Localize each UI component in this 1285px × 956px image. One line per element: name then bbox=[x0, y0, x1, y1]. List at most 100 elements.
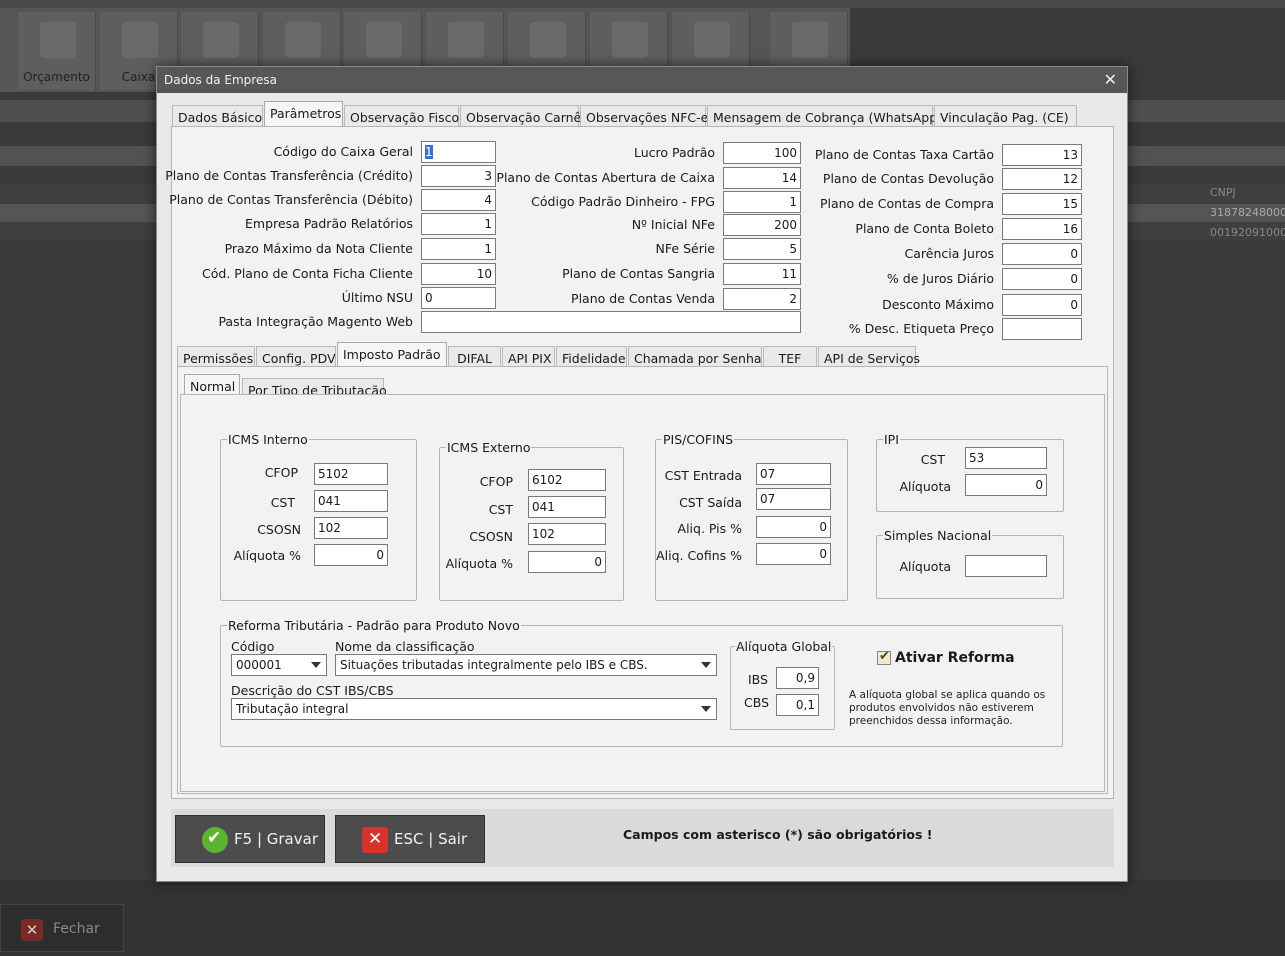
toolbar-button-label: Orçamento bbox=[23, 70, 90, 84]
field-label: Plano de Contas Sangria bbox=[562, 266, 715, 281]
tab-fidelidade[interactable]: Fidelidade bbox=[556, 346, 627, 368]
icms-interno-title: ICMS Interno bbox=[227, 432, 309, 447]
field-label: Cód. Plano de Conta Ficha Cliente bbox=[202, 266, 413, 281]
tab-dados-basico[interactable]: Dados Básico bbox=[172, 105, 263, 127]
icms-externo-cfop-field[interactable]: 6102 bbox=[528, 469, 606, 491]
ativar-reforma-label[interactable]: Ativar Reforma bbox=[895, 650, 1015, 666]
parameter-field[interactable]: 1 bbox=[421, 141, 496, 163]
tab-mensagem-cobranca[interactable]: Mensagem de Cobrança (WhatsApp) bbox=[707, 105, 942, 127]
tab-api-servicos[interactable]: API de Serviços bbox=[818, 346, 920, 368]
icms-interno-cfop-field[interactable]: 5102 bbox=[314, 463, 388, 485]
csosn-label: CSOSN bbox=[257, 522, 301, 537]
ipi-aliquota-field[interactable]: 0 bbox=[965, 474, 1047, 496]
simples-aliquota-label: Alíquota bbox=[899, 559, 951, 574]
book-icon bbox=[40, 22, 76, 58]
tab-tef[interactable]: TEF bbox=[763, 346, 817, 368]
tab-observacoes-nfce[interactable]: Observações NFC-e bbox=[580, 105, 708, 127]
parameter-field[interactable]: 1 bbox=[421, 238, 496, 260]
icms-externo-csosn-field[interactable]: 102 bbox=[528, 523, 606, 545]
aliquota-global-title: Alíquota Global bbox=[735, 639, 833, 654]
descricao-cst-label: Descrição do CST IBS/CBS bbox=[231, 683, 394, 698]
aliq-pis-label: Aliq. Pis % bbox=[677, 521, 742, 536]
aliq-cofins-field[interactable]: 0 bbox=[756, 543, 831, 565]
gravar-button[interactable]: ✔ F5 | Gravar bbox=[175, 815, 325, 863]
tab-permissoes[interactable]: Permissões bbox=[177, 346, 255, 368]
parameter-field[interactable]: 4 bbox=[421, 189, 496, 211]
parameter-field[interactable]: 0 bbox=[1002, 243, 1082, 265]
field-label: Nº Inicial NFe bbox=[631, 217, 715, 232]
cbs-field[interactable]: 0,1 bbox=[776, 694, 819, 716]
nome-classificacao-select[interactable]: Situações tributadas integralmente pelo … bbox=[335, 654, 717, 676]
simples-nacional-title: Simples Nacional bbox=[883, 528, 993, 543]
icms-externo-cst-field[interactable]: 041 bbox=[528, 496, 606, 518]
tab-vinculacao-pag[interactable]: Vinculação Pag. (CE) bbox=[934, 105, 1077, 127]
exit-door-icon bbox=[792, 22, 828, 58]
parameter-field[interactable]: 15 bbox=[1002, 193, 1082, 215]
icms-interno-aliquota-field[interactable]: 0 bbox=[314, 544, 388, 566]
parameter-field[interactable]: 0 bbox=[1002, 294, 1082, 316]
nfe-icon bbox=[530, 22, 566, 58]
close-icon[interactable]: ✕ bbox=[1104, 70, 1117, 89]
aliquota-global-group: Alíquota Global IBS 0,9 CBS 0,1 bbox=[730, 639, 835, 730]
parameter-field[interactable]: 14 bbox=[723, 167, 801, 189]
sair-button[interactable]: ✕ ESC | Sair bbox=[335, 815, 485, 863]
icms-interno-cst-field[interactable]: 041 bbox=[314, 490, 388, 512]
aliq-pis-field[interactable]: 0 bbox=[756, 516, 831, 538]
field-label: Empresa Padrão Relatórios bbox=[245, 216, 413, 231]
parameter-field[interactable]: 5 bbox=[723, 238, 801, 260]
tab-chamada-senha[interactable]: Chamada por Senha bbox=[628, 346, 762, 368]
tab-difal[interactable]: DIFAL bbox=[448, 346, 501, 368]
parameter-field[interactable] bbox=[1002, 318, 1082, 340]
ibs-field[interactable]: 0,9 bbox=[776, 667, 819, 689]
required-note: Campos com asterisco (*) são obrigatório… bbox=[623, 827, 933, 842]
icms-interno-csosn-field[interactable]: 102 bbox=[314, 517, 388, 539]
parameter-field[interactable]: 100 bbox=[723, 142, 801, 164]
parameter-field[interactable]: 1 bbox=[421, 213, 496, 235]
fechar-button[interactable]: ✕ Fechar bbox=[0, 904, 124, 952]
parameter-field[interactable] bbox=[421, 311, 801, 333]
icms-externo-group: ICMS Externo CFOP 6102 CST 041 CSOSN 102… bbox=[439, 440, 624, 601]
tab-api-pix[interactable]: API PIX bbox=[502, 346, 555, 368]
dialog-titlebar[interactable]: Dados da Empresa ✕ bbox=[157, 67, 1127, 93]
field-label: Plano de Contas Transferência (Crédito) bbox=[165, 168, 413, 183]
cst-entrada-field[interactable]: 07 bbox=[756, 463, 831, 485]
tab-observacao-carne[interactable]: Observação Carnê bbox=[460, 105, 581, 127]
parameter-field[interactable]: 16 bbox=[1002, 218, 1082, 240]
company-data-dialog: Dados da Empresa ✕ Dados Básico Parâmetr… bbox=[156, 66, 1128, 882]
parameter-field[interactable]: 0 bbox=[1002, 268, 1082, 290]
field-label: Código do Caixa Geral bbox=[273, 144, 413, 159]
tab-imposto-padrao[interactable]: Imposto Padrão bbox=[337, 342, 447, 368]
descricao-cst-value: Tributação integral bbox=[236, 702, 349, 716]
parameter-field[interactable]: 3 bbox=[421, 165, 496, 187]
parameter-field[interactable]: 13 bbox=[1002, 144, 1082, 166]
fechar-label: Fechar bbox=[53, 921, 100, 937]
simples-aliquota-field[interactable] bbox=[965, 555, 1047, 577]
codigo-select[interactable]: 000001 bbox=[231, 654, 327, 676]
parameter-field[interactable]: 0 bbox=[421, 287, 496, 309]
parameter-field[interactable]: 2 bbox=[723, 288, 801, 310]
descricao-cst-select[interactable]: Tributação integral bbox=[231, 698, 717, 720]
cst-saida-field[interactable]: 07 bbox=[756, 488, 831, 510]
cst-saida-label: CST Saída bbox=[679, 495, 742, 510]
toolbar-button[interactable]: Orçamento bbox=[18, 12, 96, 90]
parameter-field[interactable]: 12 bbox=[1002, 168, 1082, 190]
chevron-down-icon bbox=[311, 662, 321, 668]
ativar-reforma-checkbox[interactable]: ✔ bbox=[877, 649, 891, 665]
check-circle-icon: ✔ bbox=[202, 827, 228, 853]
parameter-field[interactable]: 10 bbox=[421, 263, 496, 285]
parameter-field[interactable]: 1 bbox=[723, 191, 801, 213]
parameter-field[interactable]: 200 bbox=[723, 214, 801, 236]
icms-externo-aliquota-field[interactable]: 0 bbox=[528, 551, 606, 573]
field-label: Plano de Contas Venda bbox=[571, 291, 715, 306]
imposto-padrao-panel: Normal Por Tipo de Tributação ICMS Inter… bbox=[177, 366, 1108, 794]
tab-observacao-fisco[interactable]: Observação Fisco bbox=[344, 105, 459, 127]
tab-config-pdv[interactable]: Config. PDV bbox=[256, 346, 336, 368]
tab-parametros[interactable]: Parâmetros bbox=[264, 101, 343, 127]
ipi-cst-field[interactable]: 53 bbox=[965, 447, 1047, 469]
field-label: Código Padrão Dinheiro - FPG bbox=[531, 194, 715, 209]
cst-entrada-label: CST Entrada bbox=[664, 468, 742, 483]
aliquota-label: Alíquota % bbox=[233, 548, 301, 563]
field-label: Pasta Integração Magento Web bbox=[218, 314, 413, 329]
parameter-field[interactable]: 11 bbox=[723, 263, 801, 285]
ipi-title: IPI bbox=[883, 432, 900, 447]
